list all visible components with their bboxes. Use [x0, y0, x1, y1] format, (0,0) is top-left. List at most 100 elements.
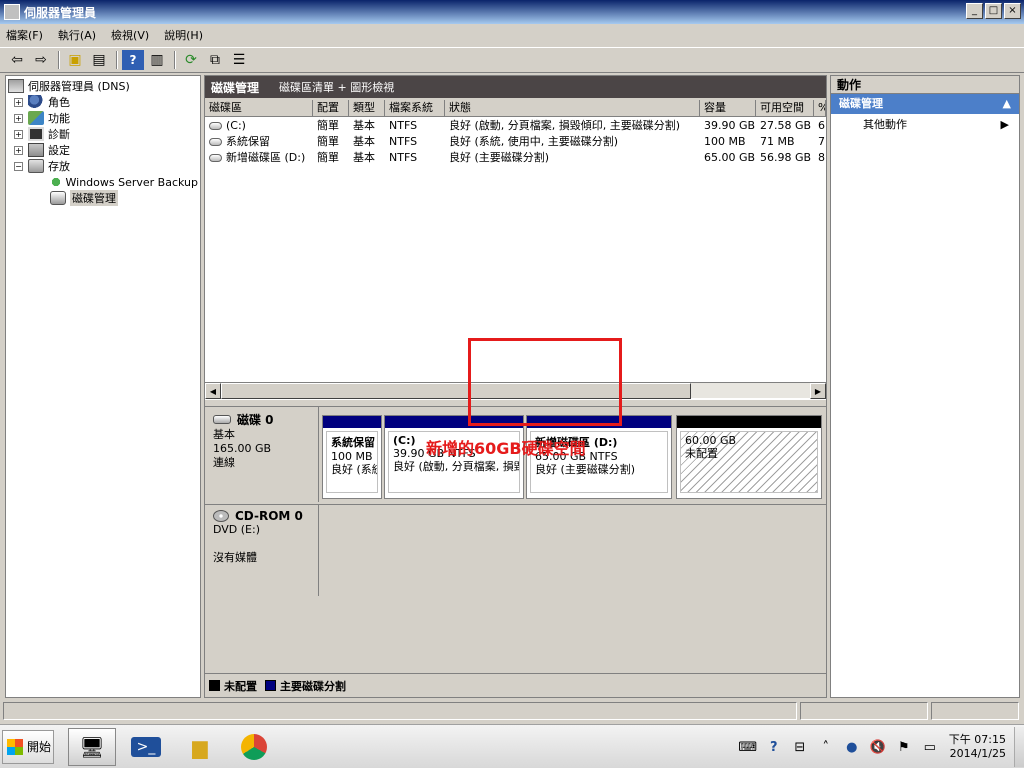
- taskbar-powershell[interactable]: >_: [122, 728, 170, 766]
- cdrom-0-row[interactable]: CD-ROM 0 DVD (E:) 沒有媒體: [205, 504, 826, 596]
- menu-bar: 檔案(F) 執行(A) 檢視(V) 說明(H): [0, 24, 1024, 46]
- column-header-status[interactable]: 狀態: [445, 100, 700, 116]
- show-hidden-icons-icon[interactable]: ˄: [817, 738, 835, 756]
- tree-item-storage[interactable]: − 存放: [8, 158, 198, 174]
- tree-item-configuration[interactable]: + 設定: [8, 142, 198, 158]
- legend: 未配置 主要磁碟分割: [205, 673, 826, 697]
- menu-file[interactable]: 檔案(F): [6, 27, 43, 43]
- cdrom-status: 沒有媒體: [213, 551, 257, 564]
- taskbar-chrome[interactable]: [230, 728, 278, 766]
- collapse-icon[interactable]: −: [14, 161, 23, 171]
- pane-view-label: 磁碟區清單 + 圖形檢視: [279, 81, 395, 94]
- cell-type: 基本: [353, 135, 375, 148]
- taskbar-explorer[interactable]: ▆: [176, 728, 224, 766]
- cell-status: 良好 (主要磁碟分割): [449, 151, 550, 164]
- cell-capacity: 39.90 GB: [704, 118, 756, 132]
- tree-root[interactable]: 伺服器管理員 (DNS): [8, 78, 198, 94]
- expand-icon[interactable]: +: [14, 145, 23, 155]
- tree-item-disk-management[interactable]: 磁碟管理: [8, 190, 198, 206]
- network-icon[interactable]: ●: [843, 738, 861, 756]
- show-desktop-button[interactable]: [1014, 727, 1024, 767]
- display-icon[interactable]: ▭: [921, 738, 939, 756]
- actions-section-disk-management[interactable]: 磁碟管理 ▲: [831, 94, 1019, 114]
- cd-drive-icon: [213, 510, 229, 522]
- expand-icon[interactable]: +: [14, 97, 23, 107]
- tree-item-features[interactable]: + 功能: [8, 110, 198, 126]
- keyboard-icon[interactable]: ⌨: [738, 738, 757, 756]
- start-button[interactable]: 開始: [2, 729, 54, 764]
- disk-size: 165.00 GB: [213, 442, 272, 455]
- clock[interactable]: 下午 07:15 2014/1/25: [949, 733, 1006, 761]
- menu-view[interactable]: 檢視(V): [111, 27, 149, 43]
- disk-0-label[interactable]: 磁碟 0 基本 165.00 GB 連線: [205, 407, 319, 502]
- column-header-type[interactable]: 類型: [349, 100, 385, 116]
- cell-volume: 系統保留: [226, 135, 270, 148]
- scroll-left-icon[interactable]: ◀: [205, 383, 221, 399]
- cell-file-system: NTFS: [389, 134, 418, 148]
- legend-swatch-unallocated: [209, 680, 220, 691]
- show-action-pane-icon[interactable]: ▥: [146, 50, 168, 70]
- expand-icon[interactable]: +: [14, 129, 23, 139]
- partition-system-reserved[interactable]: 系統保留 100 MB NTFS 良好 (系統, 使用中, 主要磁碟分割): [322, 415, 382, 499]
- pane-header: 磁碟管理 磁碟區清單 + 圖形檢視: [205, 76, 826, 98]
- collapse-up-icon[interactable]: ▲: [1003, 94, 1011, 114]
- cdrom-name: CD-ROM 0: [235, 509, 303, 523]
- disk-name: 磁碟 0: [237, 413, 274, 427]
- diagnostics-icon: [28, 127, 44, 141]
- column-header-free-space[interactable]: 可用空間: [756, 100, 814, 116]
- show-hide-tree-icon[interactable]: ▤: [88, 50, 110, 70]
- table-row[interactable]: 新增磁碟區 (D:) 簡單 基本 NTFS 良好 (主要磁碟分割) 65.00 …: [205, 149, 826, 165]
- minimize-button[interactable]: _: [966, 3, 983, 19]
- cell-file-system: NTFS: [389, 150, 418, 164]
- language-icon[interactable]: ⊟: [791, 738, 809, 756]
- roles-icon: [28, 95, 44, 109]
- table-row[interactable]: (C:) 簡單 基本 NTFS 良好 (啟動, 分頁檔案, 損毀傾印, 主要磁碟…: [205, 117, 826, 133]
- close-button[interactable]: ×: [1004, 3, 1021, 19]
- window-title-bar[interactable]: 伺服器管理員 _ □ ×: [0, 0, 1024, 24]
- disk-management-icon: [50, 191, 66, 205]
- cell-percent: 8: [818, 150, 825, 164]
- back-arrow-icon[interactable]: ⇦: [6, 50, 28, 70]
- volume-muted-icon[interactable]: 🔇: [869, 738, 887, 756]
- menu-action[interactable]: 執行(A): [58, 27, 96, 43]
- column-header-capacity[interactable]: 容量: [700, 100, 756, 116]
- scroll-track[interactable]: [691, 383, 810, 398]
- action-more-actions[interactable]: 其他動作 ▶: [831, 114, 1019, 136]
- help-icon[interactable]: ?: [122, 50, 144, 70]
- action-center-flag-icon[interactable]: ⚑: [895, 738, 913, 756]
- table-row[interactable]: 系統保留 簡單 基本 NTFS 良好 (系統, 使用中, 主要磁碟分割) 100…: [205, 133, 826, 149]
- column-header-layout[interactable]: 配置: [313, 100, 349, 116]
- menu-help[interactable]: 說明(H): [164, 27, 203, 43]
- properties-icon[interactable]: ☰: [228, 50, 250, 70]
- column-header-volume[interactable]: 磁碟區: [205, 100, 313, 116]
- volume-icon: [209, 121, 222, 130]
- taskbar-server-manager[interactable]: 🖥: [68, 727, 116, 766]
- help-icon[interactable]: ?: [765, 738, 783, 756]
- partition-status: 良好 (系統, 使用中, 主要磁碟分割): [331, 463, 377, 476]
- tree-item-label: 角色: [48, 96, 70, 109]
- up-folder-icon[interactable]: ▣: [64, 50, 86, 70]
- toolbar-separator: [58, 51, 60, 69]
- cdrom-0-label[interactable]: CD-ROM 0 DVD (E:) 沒有媒體: [205, 505, 319, 596]
- export-list-icon[interactable]: ⧉: [204, 50, 226, 70]
- column-header-percent[interactable]: %: [814, 100, 826, 116]
- tree-item-windows-server-backup[interactable]: Windows Server Backup: [8, 174, 198, 190]
- tree-item-roles[interactable]: + 角色: [8, 94, 198, 110]
- refresh-icon[interactable]: ⟳: [180, 50, 202, 70]
- scroll-right-icon[interactable]: ▶: [810, 383, 826, 399]
- partition-unallocated[interactable]: 60.00 GB 未配置: [676, 415, 822, 499]
- maximize-button[interactable]: □: [985, 3, 1002, 19]
- forward-arrow-icon[interactable]: ⇨: [30, 50, 52, 70]
- taskbar: 開始 🖥 >_ ▆ ⌨ ? ⊟ ˄ ● 🔇 ⚑ ▭ 下午 07:15 2014/…: [0, 724, 1024, 768]
- tree-item-diagnostics[interactable]: + 診斷: [8, 126, 198, 142]
- disk-type: 基本: [213, 428, 235, 441]
- column-header-file-system[interactable]: 檔案系統: [385, 100, 445, 116]
- tree-item-label: 磁碟管理: [70, 190, 118, 206]
- cell-status: 良好 (啟動, 分頁檔案, 損毀傾印, 主要磁碟分割): [449, 119, 681, 132]
- clock-time: 下午 07:15: [948, 733, 1006, 746]
- status-pane-3: [931, 702, 1019, 720]
- chrome-icon: [241, 733, 267, 760]
- tree-item-label: 存放: [48, 160, 70, 173]
- expand-icon[interactable]: +: [14, 113, 23, 123]
- server-manager-icon: [4, 4, 20, 20]
